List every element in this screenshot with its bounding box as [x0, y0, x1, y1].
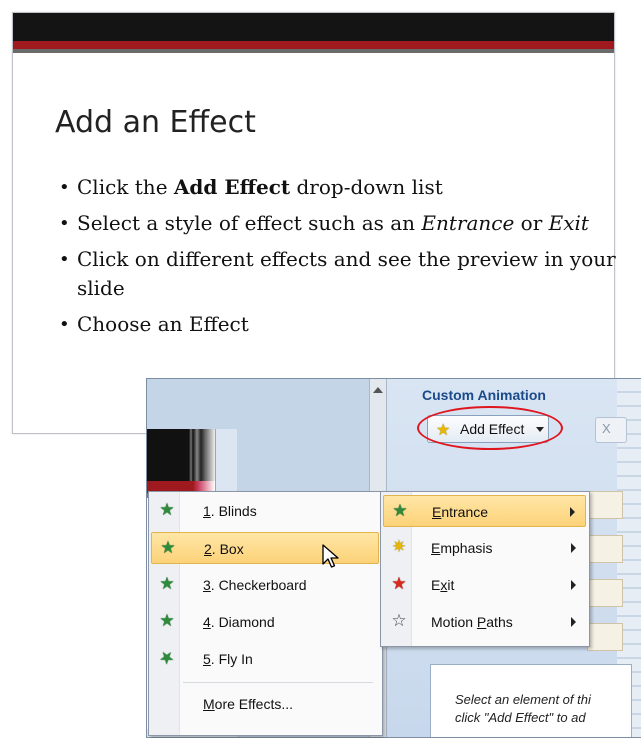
- slide-title: Add an Effect: [55, 105, 256, 140]
- menu-item-entrance[interactable]: ★ Entrance: [383, 495, 586, 527]
- bullet-item: Click on different effects and see the p…: [59, 245, 619, 303]
- pane-field[interactable]: [587, 491, 623, 519]
- slide-header-band: [13, 13, 614, 41]
- fly-in-effect-icon: ★: [155, 645, 179, 670]
- entrance-effects-menu: ★ 1. Blinds ★ 2. Box ★ 3. Checkerboard ★…: [148, 491, 383, 736]
- blinds-effect-icon: ★: [159, 500, 175, 519]
- menu-item-exit[interactable]: ★ Exit: [383, 569, 586, 601]
- highlight-oval: [417, 406, 563, 450]
- menu-item-more-effects[interactable]: More Effects...: [151, 688, 379, 720]
- slide-accent-band: [13, 41, 614, 49]
- bullet-item: Choose an Effect: [59, 310, 619, 339]
- scroll-up-arrow-icon[interactable]: [373, 387, 383, 393]
- exit-star-icon: ★: [391, 574, 407, 593]
- emphasis-star-icon: ✷: [391, 537, 407, 556]
- menu-item-emphasis[interactable]: ✷ Emphasis: [383, 532, 586, 564]
- menu-item-checkerboard[interactable]: ★ 3. Checkerboard: [151, 569, 379, 601]
- checkerboard-effect-icon: ★: [159, 574, 175, 593]
- menu-item-blinds[interactable]: ★ 1. Blinds: [151, 495, 379, 527]
- menu-separator: [183, 682, 373, 683]
- menu-item-motion-paths[interactable]: ☆ Motion Paths: [383, 606, 586, 638]
- bullet-item: Click the Add Effect drop-down list: [59, 173, 619, 202]
- box-effect-icon: ★: [160, 538, 176, 557]
- slide: Add an Effect Click the Add Effect drop-…: [12, 12, 616, 434]
- remove-button[interactable]: X: [595, 417, 627, 443]
- submenu-arrow-icon: [571, 580, 576, 590]
- menu-item-fly-in[interactable]: ★ 5. Fly In: [151, 643, 379, 675]
- add-effect-menu: ★ Entrance ✷ Emphasis ★ Exit ☆ Motion Pa…: [380, 491, 590, 647]
- motion-path-star-icon: ☆: [391, 611, 407, 630]
- submenu-arrow-icon: [571, 617, 576, 627]
- entrance-star-icon: ★: [392, 501, 408, 520]
- bullet-item: Select a style of effect such as an Entr…: [59, 209, 619, 238]
- pane-field[interactable]: [587, 579, 623, 607]
- pane-title: Custom Animation: [422, 387, 546, 403]
- submenu-arrow-icon: [571, 543, 576, 553]
- submenu-arrow-icon: [570, 507, 575, 517]
- pane-field[interactable]: [587, 535, 623, 563]
- slide-divider-band: [13, 49, 614, 53]
- menu-item-box[interactable]: ★ 2. Box: [151, 532, 379, 564]
- pane-field[interactable]: [587, 623, 623, 651]
- menu-item-diamond[interactable]: ★ 4. Diamond: [151, 606, 379, 638]
- bullet-list: Click the Add Effect drop-down list Sele…: [59, 173, 619, 346]
- mouse-cursor-icon: [322, 544, 339, 568]
- pane-hint-text: Select an element of thi click "Add Effec…: [455, 692, 591, 725]
- diamond-effect-icon: ★: [159, 611, 175, 630]
